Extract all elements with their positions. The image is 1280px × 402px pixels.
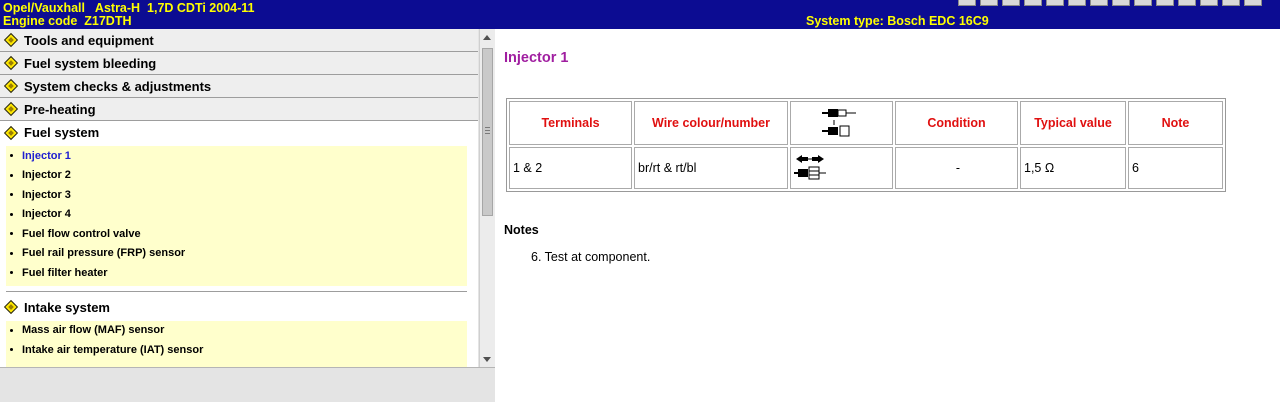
collapse-diamond-icon (3, 299, 19, 315)
nav-item-label: Injector 3 (22, 188, 71, 201)
column-header-wire: Wire colour/number (634, 101, 788, 145)
scroll-down-arrow-icon[interactable] (483, 357, 491, 362)
toolbar-button[interactable] (1134, 0, 1152, 6)
cell-wire: br/rt & rt/bl (634, 147, 788, 189)
nav-item-frp-sensor[interactable]: Fuel rail pressure (FRP) sensor (6, 244, 467, 264)
nav-item-iat-sensor[interactable]: Intake air temperature (IAT) sensor (6, 340, 467, 360)
engine-code: Engine code Z17DTH (3, 14, 132, 28)
nav-item-injector-3[interactable]: Injector 3 (6, 185, 467, 205)
toolbar-button[interactable] (1002, 0, 1020, 6)
nav-item-maf-sensor[interactable]: Mass air flow (MAF) sensor (6, 321, 467, 341)
nav-item-label: Fuel filter heater (22, 266, 108, 279)
cell-typical-value: 1,5 Ω (1020, 147, 1126, 189)
cell-condition: - (895, 147, 1018, 189)
column-header-condition: Condition (895, 101, 1018, 145)
system-type: System type: Bosch EDC 16C9 (806, 14, 989, 28)
note-item: 6. Test at component. (531, 250, 651, 264)
bullet-icon (10, 232, 13, 236)
nav-item-label: Injector 2 (22, 169, 71, 182)
nav-item-label: Fuel rail pressure (FRP) sensor (22, 247, 186, 260)
toolbar-button[interactable] (1068, 0, 1086, 6)
left-pane-footer (0, 367, 495, 402)
category-label: Intake system (24, 299, 110, 315)
toolbar-button[interactable] (1200, 0, 1218, 6)
nav-item-label: Mass air flow (MAF) sensor (22, 324, 165, 337)
bullet-icon (10, 348, 13, 352)
cell-note: 6 (1128, 147, 1223, 189)
category-intake-system[interactable]: Intake system (0, 295, 478, 319)
column-header-note: Note (1128, 101, 1223, 145)
toolbar-button[interactable] (958, 0, 976, 6)
nav-item-label: Injector 1 (22, 149, 71, 162)
toolbar-button[interactable] (1156, 0, 1174, 6)
nav-item-fuel-filter-heater[interactable]: Fuel filter heater (6, 263, 467, 283)
category-label: Fuel system (24, 125, 100, 140)
bullet-icon (10, 173, 13, 177)
category-pre-heating[interactable]: Pre-heating (0, 98, 478, 121)
content-pane: Injector 1 Terminals Wire colour/number … (496, 29, 1280, 402)
wiring-table: Terminals Wire colour/number Condition T… (506, 98, 1226, 192)
table-header-row: Terminals Wire colour/number Condition T… (509, 101, 1223, 145)
column-header-terminals: Terminals (509, 101, 632, 145)
toolbar-button[interactable] (1222, 0, 1240, 6)
category-label: Fuel system bleeding (24, 55, 157, 71)
expand-diamond-icon (3, 55, 19, 71)
cell-connector (790, 147, 893, 189)
column-header-typical-value: Typical value (1020, 101, 1126, 145)
bullet-icon (10, 251, 13, 255)
nav-item-label: Fuel flow control valve (22, 227, 141, 240)
navigation-tree: Tools and equipment Fuel system bleeding… (0, 29, 478, 367)
bullet-icon (10, 212, 13, 216)
expand-diamond-icon (3, 101, 19, 117)
toolbar-button[interactable] (1112, 0, 1130, 6)
intake-system-items: Mass air flow (MAF) sensor Intake air te… (0, 318, 478, 368)
connector-disconnected-icon (794, 155, 826, 180)
connector-harness-icon (821, 109, 856, 137)
nav-item-injector-4[interactable]: Injector 4 (6, 205, 467, 225)
bullet-icon (10, 271, 13, 275)
category-label: Pre-heating (24, 101, 96, 117)
navigation-pane: Tools and equipment Fuel system bleeding… (0, 29, 495, 402)
divider (6, 290, 467, 292)
nav-item-injector-2[interactable]: Injector 2 (6, 166, 467, 186)
nav-item-partial[interactable] (6, 360, 467, 368)
nav-item-injector-1[interactable]: Injector 1 (6, 146, 467, 166)
toolbar-button[interactable] (1024, 0, 1042, 6)
nav-item-label: Injector 4 (22, 208, 71, 221)
toolbar-button[interactable] (980, 0, 998, 6)
nav-item-label: Intake air temperature (IAT) sensor (22, 343, 204, 356)
nav-item-fuel-flow-control-valve[interactable]: Fuel flow control valve (6, 224, 467, 244)
scroll-thumb[interactable] (482, 48, 493, 216)
cell-terminals: 1 & 2 (509, 147, 632, 189)
vehicle-title: Opel/Vauxhall Astra-H 1,7D CDTi 2004-11 (3, 1, 255, 15)
toolbar-button[interactable] (1046, 0, 1064, 6)
category-label: System checks & adjustments (24, 78, 212, 94)
title-bar: Opel/Vauxhall Astra-H 1,7D CDTi 2004-11 … (0, 0, 1280, 29)
expand-diamond-icon (3, 32, 19, 48)
category-fuel-system[interactable]: Fuel system (0, 121, 478, 144)
column-header-connector (790, 101, 893, 145)
notes-heading: Notes (504, 223, 539, 237)
bullet-icon (10, 154, 13, 158)
bullet-icon (10, 193, 13, 197)
vertical-scrollbar[interactable] (479, 29, 495, 367)
bullet-icon (10, 328, 13, 332)
toolbar-button[interactable] (1178, 0, 1196, 6)
toolbar (958, 0, 1262, 6)
category-tools-and-equipment[interactable]: Tools and equipment (0, 29, 478, 52)
toolbar-button[interactable] (1244, 0, 1262, 6)
category-fuel-system-bleeding[interactable]: Fuel system bleeding (0, 52, 478, 75)
category-system-checks[interactable]: System checks & adjustments (0, 75, 478, 98)
expand-diamond-icon (3, 78, 19, 94)
table-row: 1 & 2 br/rt & rt/bl - 1,5 Ω 6 (509, 147, 1223, 189)
scroll-up-arrow-icon[interactable] (483, 35, 491, 40)
collapse-diamond-icon (3, 125, 19, 140)
toolbar-button[interactable] (1090, 0, 1108, 6)
fuel-system-items: Injector 1 Injector 2 Injector 3 Injecto… (0, 144, 478, 296)
category-label: Tools and equipment (24, 32, 154, 48)
page-title: Injector 1 (504, 50, 569, 66)
